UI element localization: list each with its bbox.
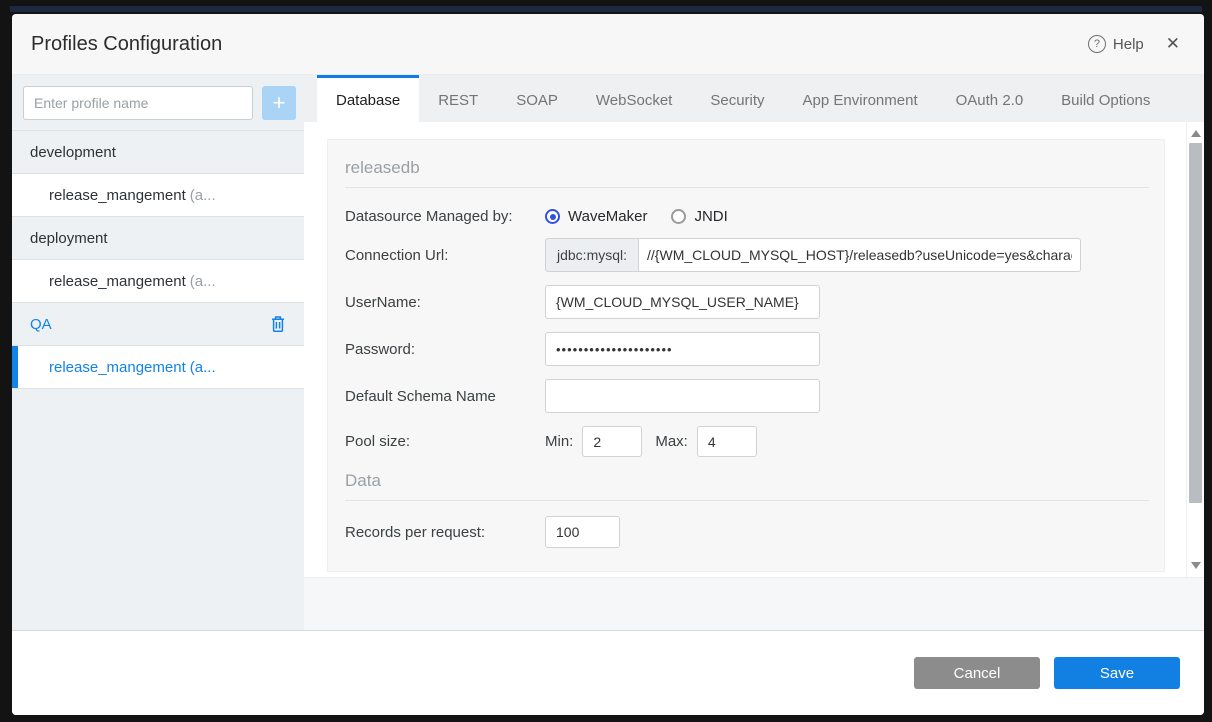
help-label: Help [1112, 35, 1144, 53]
profile-group-label: development [30, 143, 116, 161]
data-section-title: Data [345, 471, 381, 490]
database-section-title: releasedb [345, 158, 420, 177]
records-per-request-label: Records per request: [345, 523, 486, 541]
datasource-radio-group: WaveMaker JNDI [545, 208, 728, 225]
dialog-header: Profiles Configuration ? Help ✕ [12, 14, 1204, 75]
scroll-down-icon[interactable] [1191, 562, 1201, 569]
tab-oauth[interactable]: OAuth 2.0 [937, 75, 1043, 122]
sidebar-item-release-mangement-deploy[interactable]: release_mangement (a... [12, 260, 304, 303]
datasource-managed-label: Datasource Managed by: [345, 208, 513, 225]
tab-app-environment[interactable]: App Environment [784, 75, 937, 122]
sidebar-item-qa[interactable]: QA [12, 303, 304, 346]
tab-rest[interactable]: REST [419, 75, 497, 122]
radio-wavemaker[interactable]: WaveMaker [545, 208, 647, 225]
cancel-button[interactable]: Cancel [914, 657, 1040, 689]
connection-url-label: Connection Url: [345, 246, 449, 264]
profiles-configuration-dialog: Profiles Configuration ? Help ✕ + develo… [12, 14, 1204, 715]
help-icon: ? [1087, 35, 1106, 53]
jdbc-prefix-addon: jdbc:mysql: [545, 238, 639, 272]
profiles-sidebar: + development release_mangement (a... de… [12, 75, 304, 630]
radio-unselected-icon [671, 209, 687, 224]
page-title: Profiles Configuration [31, 32, 223, 55]
section-divider [345, 500, 1149, 501]
password-input[interactable] [545, 332, 820, 366]
pool-max-label: Max: [655, 433, 688, 450]
scroll-up-icon[interactable] [1191, 130, 1201, 137]
tab-security[interactable]: Security [691, 75, 783, 122]
sidebar-item-release-mangement-qa[interactable]: release_mangement (a... [12, 346, 304, 389]
records-per-request-input[interactable] [545, 516, 620, 548]
delete-profile-button[interactable] [270, 315, 286, 333]
password-label: Password: [345, 340, 416, 358]
profile-child-suffix: (a... [189, 358, 216, 376]
default-schema-label: Default Schema Name [345, 387, 496, 405]
help-button[interactable]: ? Help [1087, 35, 1144, 53]
radio-selected-icon [545, 209, 560, 224]
profile-child-label: release_mangement [49, 272, 186, 290]
save-button[interactable]: Save [1054, 657, 1180, 689]
username-label: UserName: [345, 293, 421, 311]
sidebar-item-release-mangement-dev[interactable]: release_mangement (a... [12, 174, 304, 217]
dialog-footer: Cancel Save [12, 630, 1204, 715]
database-settings-card: releasedb Datasource Managed by: WaveMak… [327, 139, 1165, 572]
pool-min-input[interactable] [582, 426, 643, 457]
tab-database[interactable]: Database [317, 75, 420, 122]
profile-name-input[interactable] [23, 86, 253, 120]
profile-child-suffix: (a... [189, 186, 216, 204]
pool-size-label: Pool size: [345, 433, 411, 450]
plus-icon: + [272, 90, 286, 115]
profile-group-label: QA [30, 315, 52, 333]
profile-group-label: deployment [30, 229, 108, 247]
profile-list: development release_mangement (a... depl… [12, 130, 304, 389]
trash-icon [272, 316, 284, 332]
pool-min-label: Min: [545, 433, 574, 450]
connection-url-input[interactable] [638, 238, 1082, 272]
vertical-scrollbar[interactable] [1186, 122, 1204, 577]
tab-websocket[interactable]: WebSocket [577, 75, 691, 122]
default-schema-input[interactable] [545, 379, 820, 413]
panel-bottom-strip [304, 577, 1204, 630]
radio-jndi[interactable]: JNDI [671, 208, 728, 225]
close-icon[interactable]: ✕ [1166, 34, 1180, 54]
profile-tabs: Database REST SOAP WebSocket Security Ap… [304, 75, 1204, 122]
profile-child-suffix: (a... [189, 272, 216, 290]
background-app-edge [10, 6, 1202, 12]
database-tab-panel: releasedb Datasource Managed by: WaveMak… [304, 122, 1204, 577]
sidebar-item-deployment[interactable]: deployment [12, 217, 304, 260]
tab-build-options[interactable]: Build Options [1042, 75, 1169, 122]
profile-child-label: release_mangement [49, 358, 186, 376]
section-divider [345, 187, 1149, 188]
username-input[interactable] [545, 285, 820, 319]
pool-max-input[interactable] [696, 426, 757, 457]
selected-indicator [12, 346, 18, 388]
scrollbar-thumb[interactable] [1189, 143, 1202, 503]
sidebar-item-development[interactable]: development [12, 131, 304, 174]
tab-soap[interactable]: SOAP [497, 75, 577, 122]
add-profile-button[interactable]: + [262, 86, 296, 120]
profile-child-label: release_mangement [49, 186, 186, 204]
